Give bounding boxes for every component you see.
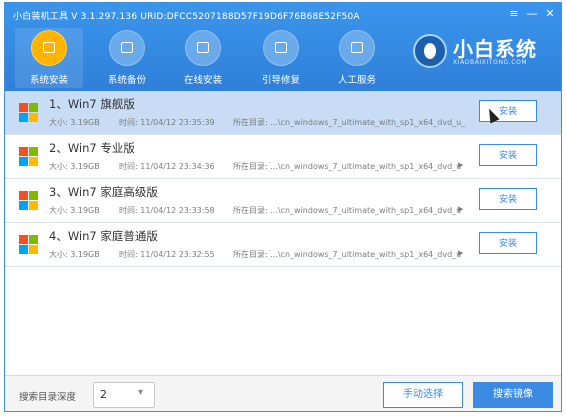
windows-logo-icon <box>19 191 39 211</box>
system-title: 4、Win7 家庭普通版 <box>49 229 158 243</box>
header-bar: 小白装机工具 V 3.1.297.136 URID:DFCC5207188D57… <box>5 3 561 91</box>
system-time: 时间: 11/04/12 23:32:55 <box>119 250 215 259</box>
system-path: 所在目录: ...\cn_windows_7_ultimate_with_sp1… <box>233 206 462 215</box>
path-scroll-right-icon[interactable]: ▶ <box>458 249 463 257</box>
brand-logo-icon <box>413 34 447 68</box>
nav-label: 在线安装 <box>183 75 222 86</box>
system-path: 所在目录: ...\cn_windows_7_ultimate_with_sp1… <box>233 162 462 171</box>
windows-logo-icon <box>19 147 39 167</box>
list-item[interactable]: 1、Win7 旗舰版 大小: 3.19GB 时间: 11/04/12 23:35… <box>5 91 561 135</box>
nav-system-backup[interactable]: 系统备份 <box>93 28 161 88</box>
system-size: 大小: 3.19GB <box>49 162 100 171</box>
system-size: 大小: 3.19GB <box>49 250 100 259</box>
footer-bar: 搜索目录深度 2 ▾ 手动选择 搜索镜像 <box>5 375 561 411</box>
brand-name: 小白系统 <box>453 37 537 61</box>
nav-online-install[interactable]: 在线安装 <box>169 28 237 88</box>
install-button[interactable]: 安装 <box>479 144 537 166</box>
menu-icon[interactable]: ≡ <box>505 6 523 22</box>
close-button[interactable]: ✕ <box>541 6 559 22</box>
list-item[interactable]: 4、Win7 家庭普通版 大小: 3.19GB 时间: 11/04/12 23:… <box>5 223 561 267</box>
windows-logo-icon <box>19 103 39 123</box>
nav-boot-repair[interactable]: 引导修复 <box>247 28 315 88</box>
depth-value: 2 <box>100 388 107 401</box>
list-item[interactable]: 2、Win7 专业版 大小: 3.19GB 时间: 11/04/12 23:34… <box>5 135 561 179</box>
system-install-icon <box>31 30 67 66</box>
system-title: 2、Win7 专业版 <box>49 141 135 155</box>
system-path: 所在目录: ...\cn_windows_7_ultimate_with_sp1… <box>233 118 466 127</box>
depth-select[interactable]: 2 ▾ <box>93 382 155 408</box>
manual-select-button[interactable]: 手动选择 <box>383 382 463 408</box>
nav-label: 系统备份 <box>107 75 146 86</box>
system-backup-icon <box>109 30 145 66</box>
nav-system-install[interactable]: 系统安装 <box>15 28 83 88</box>
system-title: 3、Win7 家庭高级版 <box>49 185 158 199</box>
online-install-icon <box>185 30 221 66</box>
brand-url: XIAOBAIXITONG.COM <box>453 59 528 66</box>
nav-label: 系统安装 <box>29 75 68 86</box>
nav-label: 人工服务 <box>337 75 376 86</box>
system-title: 1、Win7 旗舰版 <box>49 97 135 111</box>
system-time: 时间: 11/04/12 23:33:58 <box>119 206 215 215</box>
nav-label: 引导修复 <box>261 75 300 86</box>
support-chat-icon <box>339 30 375 66</box>
system-path: 所在目录: ...\cn_windows_7_ultimate_with_sp1… <box>233 250 462 259</box>
minimize-button[interactable]: — <box>523 6 541 22</box>
search-image-button[interactable]: 搜索镜像 <box>473 382 553 408</box>
system-size: 大小: 3.19GB <box>49 118 100 127</box>
install-button[interactable]: 安装 <box>479 232 537 254</box>
boot-repair-icon <box>263 30 299 66</box>
system-time: 时间: 11/04/12 23:35:39 <box>119 118 215 127</box>
nav-support[interactable]: 人工服务 <box>323 28 391 88</box>
list-item[interactable]: 3、Win7 家庭高级版 大小: 3.19GB 时间: 11/04/12 23:… <box>5 179 561 223</box>
system-size: 大小: 3.19GB <box>49 206 100 215</box>
path-scroll-right-icon[interactable]: ▶ <box>458 161 463 169</box>
path-scroll-right-icon[interactable]: ▶ <box>458 205 463 213</box>
installer-window: 小白装机工具 V 3.1.297.136 URID:DFCC5207188D57… <box>4 2 562 412</box>
window-title: 小白装机工具 V 3.1.297.136 URID:DFCC5207188D57… <box>13 12 360 22</box>
chevron-down-icon: ▾ <box>138 387 144 398</box>
depth-label: 搜索目录深度 <box>19 392 77 403</box>
system-time: 时间: 11/04/12 23:34:36 <box>119 162 215 171</box>
install-button[interactable]: 安装 <box>479 188 537 210</box>
windows-logo-icon <box>19 235 39 255</box>
